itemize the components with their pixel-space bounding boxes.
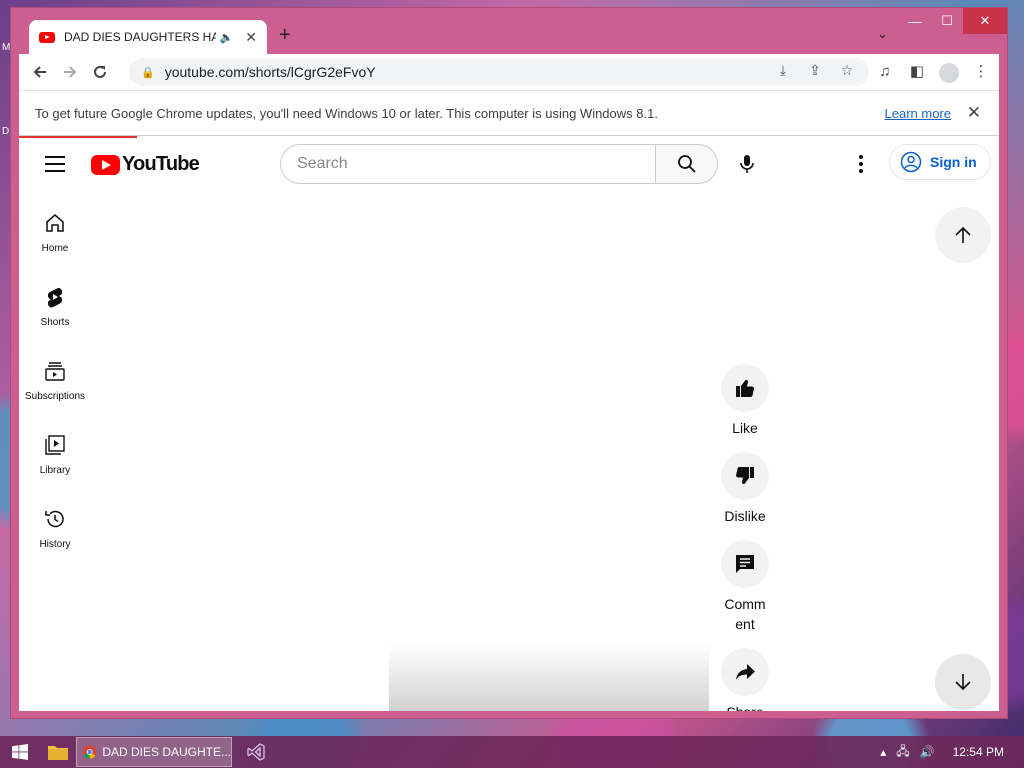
- arrow-down-icon: [955, 674, 971, 691]
- chrome-logo-icon: [83, 745, 97, 759]
- next-short-button[interactable]: [935, 654, 991, 710]
- dislike-label: Dislike: [724, 508, 766, 524]
- guide-item-library[interactable]: Library: [19, 428, 91, 502]
- chrome-menu-icon[interactable]: ⋮: [967, 57, 995, 85]
- guide-label: History: [39, 539, 71, 550]
- forward-arrow-icon[interactable]: [55, 57, 85, 87]
- dislike-button[interactable]: Dislike: [721, 452, 769, 526]
- share-icon: [736, 664, 755, 680]
- taskbar-chrome-item[interactable]: DAD DIES DAUGHTE...: [76, 737, 232, 767]
- install-app-icon[interactable]: ⤓: [771, 62, 795, 79]
- taskbar-chrome-label: DAD DIES DAUGHTE...: [102, 745, 231, 759]
- thumbs-up-icon: [736, 379, 754, 398]
- guide-item-history[interactable]: History: [19, 502, 91, 576]
- youtube-logo-text: YouTube: [122, 153, 200, 175]
- infobar-message: To get future Google Chrome updates, you…: [35, 105, 658, 121]
- library-icon: [45, 435, 65, 455]
- home-icon: [46, 214, 64, 232]
- microphone-icon: [740, 155, 754, 173]
- speaker-icon[interactable]: 🔈: [220, 31, 234, 44]
- comment-label: Comm ent: [724, 596, 766, 632]
- voice-search-button[interactable]: [727, 144, 767, 184]
- minimize-button[interactable]: —: [899, 8, 931, 34]
- toolbar-right: ♫ ◧ ⋮: [871, 57, 995, 85]
- settings-more-icon[interactable]: [847, 150, 875, 178]
- sign-in-button[interactable]: Sign in: [889, 144, 991, 180]
- file-explorer-icon[interactable]: [40, 736, 76, 768]
- side-panel-icon[interactable]: ◧: [903, 57, 931, 85]
- browser-window: DAD DIES DAUGHTERS HAIR 🔈 ✕ + ⌄ — ☐ ✕ 🔒 …: [10, 7, 1008, 719]
- page-content: YouTube Search Sign in Home Shorts Subsc…: [19, 136, 999, 711]
- infobar-close-icon[interactable]: ✕: [967, 103, 981, 123]
- youtube-masthead: YouTube Search Sign in: [19, 136, 999, 192]
- title-bar: DAD DIES DAUGHTERS HAIR 🔈 ✕ + ⌄ — ☐ ✕: [11, 8, 1007, 54]
- network-icon[interactable]: 🖧: [896, 742, 909, 763]
- lock-icon[interactable]: 🔒: [141, 66, 155, 79]
- comment-icon: [736, 555, 754, 573]
- subscriptions-icon: [45, 362, 65, 381]
- clock[interactable]: 12:54 PM: [953, 745, 1004, 759]
- url-text: youtube.com/shorts/lCgrG2eFvoY: [164, 64, 376, 80]
- profile-avatar-icon[interactable]: [935, 57, 963, 85]
- windows-logo-icon: [12, 744, 28, 760]
- windows-taskbar: DAD DIES DAUGHTE... ▴ 🖧 🔊 12:54 PM: [0, 736, 1024, 768]
- share-button[interactable]: Share: [721, 648, 769, 711]
- update-infobar: To get future Google Chrome updates, you…: [19, 90, 999, 136]
- arrow-up-icon: [955, 226, 971, 243]
- previous-short-button[interactable]: [935, 207, 991, 263]
- short-actions: Like Dislike Comm ent Share: [721, 364, 769, 711]
- bookmark-star-icon[interactable]: ☆: [835, 62, 859, 79]
- window-controls: — ☐ ✕: [899, 8, 1007, 34]
- account-circle-icon: [900, 151, 922, 173]
- guide-label: Subscriptions: [24, 391, 86, 402]
- youtube-logo[interactable]: YouTube: [91, 153, 200, 176]
- new-tab-button[interactable]: +: [279, 24, 291, 47]
- youtube-favicon-icon: [39, 31, 55, 43]
- address-bar[interactable]: 🔒 youtube.com/shorts/lCgrG2eFvoY ⤓ ⇪ ☆: [129, 58, 869, 86]
- youtube-play-icon: [91, 154, 120, 175]
- tab-search-chevron-icon[interactable]: ⌄: [877, 26, 888, 42]
- learn-more-link[interactable]: Learn more: [885, 106, 951, 121]
- tray-overflow-icon[interactable]: ▴: [880, 745, 886, 759]
- media-control-icon[interactable]: ♫: [871, 57, 899, 85]
- like-button[interactable]: Like: [721, 364, 769, 438]
- comment-button[interactable]: Comm ent: [721, 540, 769, 634]
- tab-close-icon[interactable]: ✕: [245, 29, 257, 46]
- close-window-button[interactable]: ✕: [963, 8, 1007, 34]
- mini-guide: Home Shorts Subscriptions Library Histor…: [19, 206, 91, 576]
- search-input[interactable]: Search: [280, 144, 656, 184]
- guide-item-subscriptions[interactable]: Subscriptions: [19, 354, 91, 428]
- search-button[interactable]: [655, 144, 718, 184]
- share-label: Share: [726, 702, 763, 711]
- system-tray: ▴ 🖧 🔊 12:54 PM: [880, 736, 1004, 768]
- browser-toolbar: 🔒 youtube.com/shorts/lCgrG2eFvoY ⤓ ⇪ ☆ ♫…: [19, 54, 999, 90]
- guide-label: Library: [39, 465, 71, 476]
- volume-icon[interactable]: 🔊: [920, 745, 935, 759]
- guide-item-shorts[interactable]: Shorts: [19, 280, 91, 354]
- thumbs-down-icon: [736, 466, 754, 485]
- history-icon: [45, 510, 64, 528]
- maximize-button[interactable]: ☐: [931, 8, 963, 34]
- shorts-icon: [47, 287, 63, 308]
- guide-label: Shorts: [40, 317, 70, 328]
- reload-icon[interactable]: [85, 57, 115, 87]
- guide-label: Home: [41, 243, 69, 254]
- search-icon: [677, 155, 696, 173]
- share-page-icon[interactable]: ⇪: [803, 62, 827, 79]
- hamburger-menu-icon[interactable]: [45, 156, 65, 177]
- active-tab[interactable]: DAD DIES DAUGHTERS HAIR 🔈 ✕: [29, 20, 267, 54]
- like-label: Like: [732, 420, 758, 436]
- short-video-player[interactable]: [389, 644, 709, 711]
- sign-in-label: Sign in: [930, 154, 977, 170]
- visual-studio-icon[interactable]: [238, 736, 274, 768]
- start-button[interactable]: [0, 736, 40, 768]
- guide-item-home[interactable]: Home: [19, 206, 91, 280]
- omnibox-actions: ⤓ ⇪ ☆: [771, 62, 859, 79]
- tab-title: DAD DIES DAUGHTERS HAIR: [64, 30, 216, 44]
- desktop-label-d: D: [2, 126, 10, 137]
- back-arrow-icon[interactable]: [25, 57, 55, 87]
